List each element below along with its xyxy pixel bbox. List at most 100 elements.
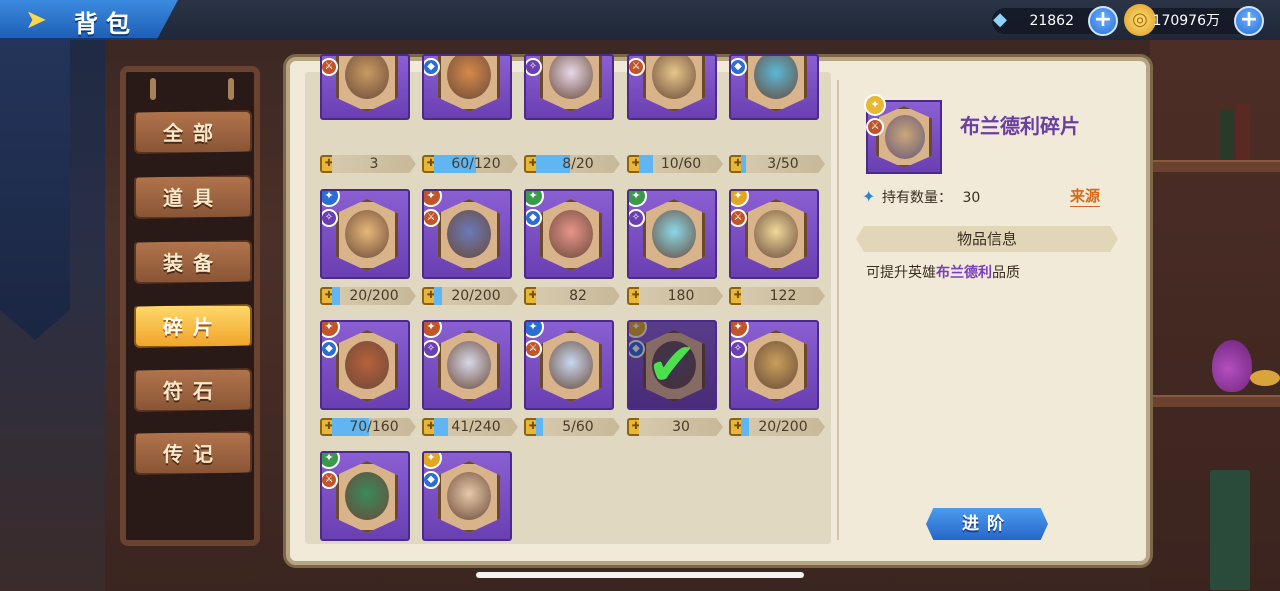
progress-fill (434, 418, 449, 436)
fragment-card[interactable]: ✦ ✧ (422, 320, 512, 410)
rank-green-icon: ✦ (322, 453, 340, 469)
class-sword-icon: ⚔ (866, 118, 884, 136)
top-bar: ➤ 背包 ◆ 21862 + ◎ 170976万 + (0, 0, 1280, 40)
fragment-count-text: 8/20 (562, 156, 594, 172)
progress-fill (639, 155, 654, 173)
rank-gold-icon: ✦ (864, 94, 886, 116)
fragment-count-text: 41/240 (451, 419, 501, 435)
progress-fill (741, 155, 747, 173)
fragment-card[interactable]: ✧ (524, 54, 614, 120)
fragment-card[interactable]: ✦ ⚔ (524, 320, 614, 410)
diamond-counter: ◆ 21862 + (992, 6, 1118, 36)
rank-orange-icon: ✦ (731, 322, 749, 338)
add-gold-button[interactable]: + (1234, 6, 1264, 36)
portrait-frame (540, 56, 602, 112)
portrait-frame (438, 330, 500, 402)
progress-fill (434, 287, 443, 305)
portrait-frame (438, 461, 500, 533)
hero-portrait (345, 341, 389, 389)
rank-orange-icon: ✦ (424, 322, 442, 338)
fragment-card[interactable]: ✦ ⚔ (320, 451, 410, 541)
fragment-card[interactable]: ✦ ◆ (422, 451, 512, 541)
hero-portrait (345, 210, 389, 258)
book-icon (1210, 470, 1250, 590)
portrait-frame (745, 330, 807, 402)
fragment-card[interactable]: ✦ ✧ (627, 189, 717, 279)
portrait-frame (336, 330, 398, 402)
rank-blue-icon: ✦ (322, 191, 340, 207)
divider (837, 80, 839, 540)
class-icon: ✧ (526, 58, 542, 76)
hero-portrait (447, 56, 491, 99)
fragment-count: 70/160 (332, 418, 416, 436)
fragment-count: 20/200 (741, 418, 825, 436)
book-icon (1236, 104, 1250, 160)
hero-portrait (754, 210, 798, 258)
hero-portrait (754, 341, 798, 389)
class-icon: ◆ (731, 58, 747, 76)
fragment-card[interactable]: ✦ ⚔ (422, 189, 512, 279)
fragment-count: 10/60 (639, 155, 723, 173)
diamond-icon: ◆ (993, 9, 1007, 30)
portrait-frame (745, 56, 807, 112)
fragment-count-text: 10/60 (660, 156, 702, 172)
owned-count: 30 (962, 190, 981, 206)
fragment-count-text: 20/200 (451, 288, 501, 304)
portrait-frame (438, 199, 500, 271)
hero-portrait (652, 56, 696, 99)
hero-portrait (754, 56, 798, 99)
rank-blue-icon: ✦ (526, 322, 544, 338)
fragment-card[interactable]: ✦ ◆ (320, 320, 410, 410)
class-icon: ◆ (424, 58, 440, 76)
fragment-count-text: 20/200 (349, 288, 399, 304)
portrait-frame (438, 56, 500, 112)
tab-runestones[interactable]: 符石 (134, 368, 252, 412)
fragment-card[interactable]: ◆ (729, 54, 819, 120)
fragment-card[interactable]: ⚔ (627, 54, 717, 120)
fragment-count: 20/200 (434, 287, 518, 305)
progress-fill (741, 418, 750, 436)
rope (150, 78, 156, 100)
tab-fragments[interactable]: 碎片 (134, 304, 252, 348)
fragment-card[interactable]: ✦ ⚔ (729, 189, 819, 279)
fragment-portrait: ✦ ⚔ (864, 94, 940, 172)
fragment-count: 3/50 (741, 155, 825, 173)
hero-portrait (447, 341, 491, 389)
hero-portrait (549, 56, 593, 99)
coin-pile-icon (1250, 370, 1280, 386)
fragment-count-text: 122 (769, 288, 797, 304)
fragment-name: 布兰德利碎片 (960, 114, 1080, 138)
portrait-frame (336, 461, 398, 533)
fragment-count-text: 60/120 (451, 156, 501, 172)
hero-portrait (549, 341, 593, 389)
portrait-frame (643, 56, 705, 112)
class-icon: ⚔ (322, 471, 338, 489)
source-link[interactable]: 来源 (1070, 185, 1101, 207)
fragment-count: 8/20 (536, 155, 620, 173)
item-info-header: 物品信息 (856, 226, 1118, 252)
fragment-card[interactable]: ⚔ (320, 54, 410, 120)
class-icon: ⚔ (731, 209, 747, 227)
fragment-count: 5/60 (536, 418, 620, 436)
add-diamond-button[interactable]: + (1088, 6, 1118, 36)
rank-orange-icon: ✦ (322, 322, 340, 338)
tab-all[interactable]: 全部 (134, 110, 252, 154)
wall-banner (0, 40, 70, 340)
fragment-card[interactable]: ✦ ◆ (524, 189, 614, 279)
sparkle-icon: ✦ (862, 187, 876, 206)
progress-fill (332, 287, 341, 305)
advance-button[interactable]: 进阶 (926, 508, 1048, 540)
tab-equipment[interactable]: 装备 (134, 240, 252, 284)
fragment-card[interactable]: ✦ ◆ ✔ (627, 320, 717, 410)
back-arrow-icon[interactable]: ➤ (18, 6, 54, 34)
tab-biography[interactable]: 传记 (134, 431, 252, 475)
shelf (1150, 395, 1280, 407)
fragment-card[interactable]: ◆ (422, 54, 512, 120)
fragment-card[interactable]: ✦ ✧ (729, 320, 819, 410)
fragment-count: 30 (639, 418, 723, 436)
tab-items[interactable]: 道具 (134, 175, 252, 219)
class-icon: ✧ (731, 340, 747, 358)
fragment-card[interactable]: ✦ ✧ (320, 189, 410, 279)
hero-portrait (345, 56, 389, 99)
class-icon: ✧ (322, 209, 338, 227)
